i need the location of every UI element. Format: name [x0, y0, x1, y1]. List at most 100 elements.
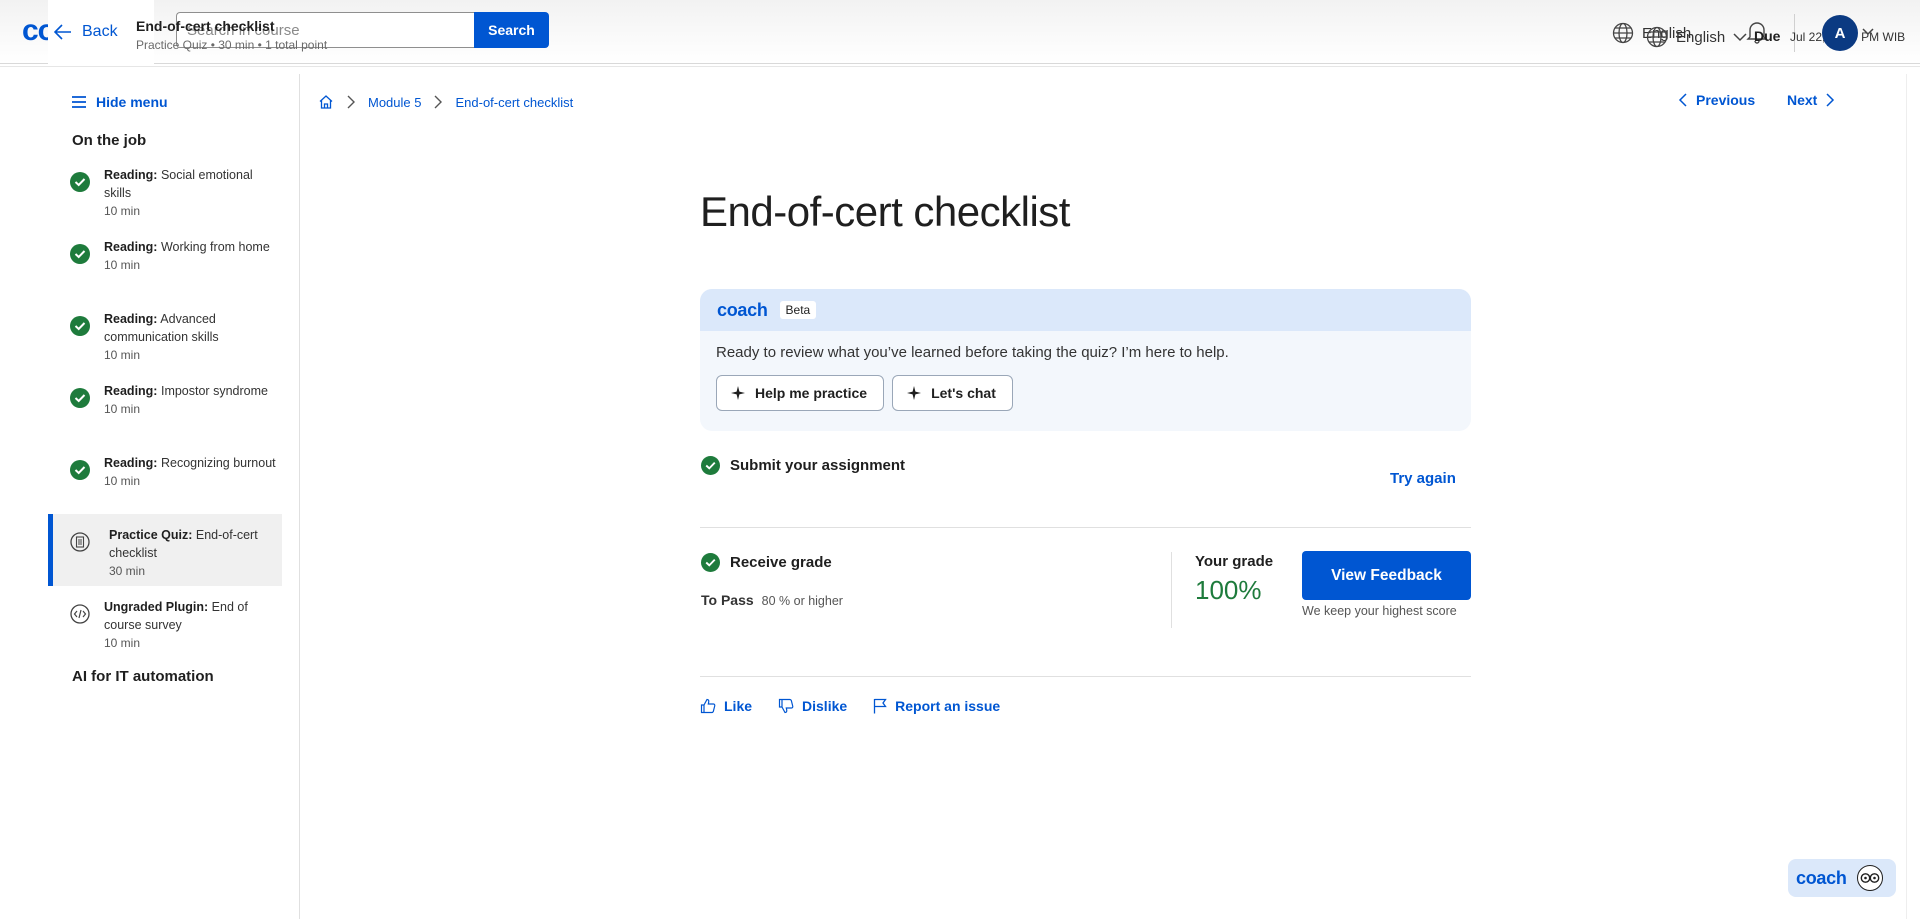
page-scrollbar[interactable] — [1906, 74, 1920, 919]
report-issue-label: Report an issue — [895, 698, 1001, 714]
arrow-left-icon — [54, 24, 71, 40]
chevron-left-icon — [1678, 93, 1687, 107]
item-duration: 30 min — [109, 564, 146, 578]
like-label: Like — [724, 698, 753, 714]
your-grade-label: Your grade — [1195, 553, 1274, 570]
dislike-button[interactable]: Dislike — [778, 698, 847, 714]
language-label-secondary: English — [1676, 28, 1726, 46]
plugin-code-icon — [70, 604, 90, 624]
coach-logo: coach — [717, 299, 768, 320]
check-circle-icon — [70, 244, 90, 264]
item-type: Reading: — [104, 384, 158, 398]
item-duration: 10 min — [104, 348, 141, 362]
item-type: Reading: — [104, 240, 158, 254]
thumbs-up-icon — [700, 698, 716, 714]
section-divider — [700, 527, 1471, 528]
sidebar-item-impostor-syndrome[interactable]: Reading: Impostor syndrome 10 min — [48, 370, 282, 442]
course-subtitle: Practice Quiz • 30 min • 1 total point — [136, 38, 328, 52]
item-type: Reading: — [104, 312, 158, 326]
course-title: End-of-cert checklist — [136, 18, 275, 34]
coach-message: Ready to review what you’ve learned befo… — [716, 344, 1229, 361]
to-pass-value: 80 % or higher — [761, 594, 843, 608]
due-label: Due — [1754, 28, 1781, 44]
check-circle-icon — [701, 456, 720, 475]
section-divider — [700, 676, 1471, 677]
avatar[interactable]: A — [1822, 15, 1858, 51]
submit-assignment-row: Submit your assignment — [701, 456, 905, 475]
sidebar-item-recognizing-burnout[interactable]: Reading: Recognizing burnout 10 min — [48, 442, 282, 514]
sidebar-item-end-of-course-survey[interactable]: Ungraded Plugin: End of course survey 10… — [48, 586, 282, 658]
item-duration: 10 min — [104, 204, 141, 218]
feedback-actions: Like Dislike Report an issue — [700, 698, 1000, 714]
menu-icon — [72, 96, 86, 108]
help-me-practice-label: Help me practice — [755, 385, 868, 401]
hide-menu-label: Hide menu — [96, 94, 168, 110]
dislike-label: Dislike — [802, 698, 848, 714]
globe-icon — [1646, 26, 1668, 48]
sidebar-item-working-from-home[interactable]: Reading: Working from home 10 min — [48, 226, 282, 298]
item-title: Impostor syndrome — [160, 384, 268, 398]
hide-menu-button[interactable]: Hide menu — [72, 94, 168, 110]
home-icon[interactable] — [318, 94, 334, 110]
quiz-icon — [70, 532, 90, 552]
item-title: Recognizing burnout — [160, 456, 276, 470]
course-sidebar: Hide menu On the job Reading: Social emo… — [0, 74, 300, 919]
page-title: End-of-cert checklist — [700, 188, 1070, 235]
sidebar-item-advanced-communication[interactable]: Reading: Advanced communication skills 1… — [48, 298, 282, 370]
breadcrumb: Module 5 End-of-cert checklist — [318, 94, 573, 110]
check-circle-icon — [70, 172, 90, 192]
sparkle-icon — [907, 386, 922, 400]
try-again-button[interactable]: Try again — [1390, 470, 1456, 487]
coach-header: coach Beta — [700, 289, 1471, 331]
sidebar-item-end-of-cert-checklist[interactable]: Practice Quiz: End-of-cert checklist 30 … — [48, 514, 282, 586]
next-label: Next — [1787, 92, 1818, 108]
submit-assignment-label: Submit your assignment — [730, 457, 906, 474]
sidebar-item-social-emotional-skills[interactable]: Reading: Social emotional skills 10 min — [48, 154, 282, 226]
item-type: Reading: — [104, 168, 158, 182]
lets-chat-label: Let's chat — [931, 385, 996, 401]
breadcrumb-current[interactable]: End-of-cert checklist — [455, 95, 573, 110]
check-circle-icon — [70, 460, 90, 480]
back-label: Back — [82, 23, 118, 40]
section-title[interactable]: On the job — [72, 132, 146, 149]
help-me-practice-button[interactable]: Help me practice — [716, 375, 885, 411]
item-type: Reading: — [104, 456, 158, 470]
to-pass-requirement: To Pass 80 % or higher — [701, 592, 843, 608]
coach-panel: coach Beta Ready to review what you’ve l… — [700, 289, 1471, 431]
next-button[interactable]: Next — [1787, 92, 1835, 108]
check-circle-icon — [70, 388, 90, 408]
check-circle-icon — [701, 553, 720, 572]
check-circle-icon — [70, 316, 90, 336]
chevron-right-icon — [347, 95, 355, 109]
coach-logo: coach — [1796, 867, 1847, 888]
flag-icon — [874, 698, 887, 714]
highest-score-note: We keep your highest score — [1302, 604, 1457, 618]
item-type: Ungraded Plugin: — [104, 600, 209, 614]
item-duration: 10 min — [104, 258, 141, 272]
previous-button[interactable]: Previous — [1678, 92, 1755, 108]
receive-grade-row: Receive grade — [701, 553, 832, 572]
item-duration: 10 min — [104, 474, 141, 488]
view-feedback-button[interactable]: View Feedback — [1302, 551, 1471, 600]
floating-coach-button[interactable]: coach — [1788, 859, 1896, 897]
lets-chat-button[interactable]: Let's chat — [892, 375, 1013, 411]
previous-label: Previous — [1696, 92, 1756, 108]
breadcrumb-module[interactable]: Module 5 — [368, 95, 421, 110]
grade-divider — [1171, 552, 1172, 628]
item-duration: 10 min — [104, 636, 141, 650]
next-section-title[interactable]: AI for IT automation — [72, 668, 214, 685]
language-selector-secondary[interactable]: English — [1646, 26, 1747, 48]
chevron-down-icon[interactable] — [1862, 28, 1874, 36]
item-duration: 10 min — [104, 402, 141, 416]
beta-badge: Beta — [779, 301, 817, 319]
grade-value: 100% — [1195, 575, 1262, 605]
search-button[interactable]: Search — [474, 12, 549, 48]
coach-owl-icon — [1856, 865, 1883, 891]
report-issue-button[interactable]: Report an issue — [873, 698, 1000, 714]
item-title: Working from home — [160, 240, 270, 254]
globe-icon — [1612, 22, 1634, 44]
header-divider — [0, 66, 1920, 74]
item-type: Practice Quiz: — [109, 528, 193, 542]
sparkle-icon — [731, 386, 745, 400]
like-button[interactable]: Like — [700, 698, 752, 714]
